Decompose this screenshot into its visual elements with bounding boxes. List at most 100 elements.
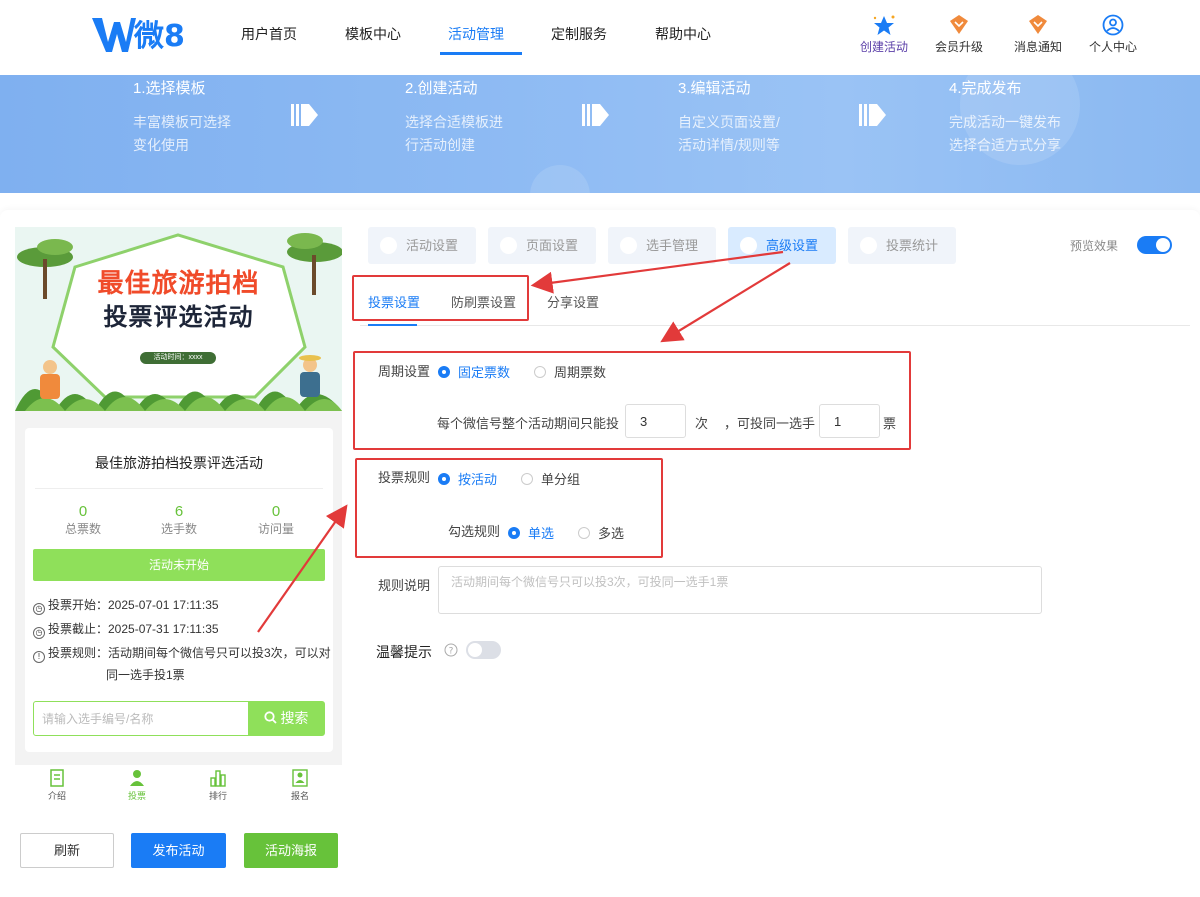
tabbar-signup[interactable]: 报名 [270,769,330,802]
wei8-logo[interactable]: 微8 [90,12,190,56]
ranking-icon [210,770,226,787]
player-search-input[interactable] [34,702,249,735]
annotation-box-subtabs [352,275,529,321]
personal-center-button[interactable]: 个人中心 [1073,14,1153,55]
stat-label: 访问量 [257,522,294,536]
heart-icon [380,237,397,254]
user-circle-icon [1102,14,1124,36]
page-icon [500,237,517,254]
step-desc: 丰富模板可选择 变化使用 [133,114,231,153]
search-button[interactable]: 搜索 [248,702,324,735]
stat-value: 6 [174,503,184,520]
tab-label: 页面设置 [526,238,579,253]
message-notice-button[interactable]: 消息通知 [998,14,1078,55]
rule-description-label: 规则说明 [378,578,431,593]
step-title: 3.编辑活动 [678,80,751,97]
vote-start-line: ◷ 投票开始：2025-07-01 17:11:35 [33,594,219,616]
person-icon [620,237,637,254]
nav-custom-service[interactable]: 定制服务 [551,24,607,44]
stat-label: 选手数 [160,522,197,536]
info-icon: ! [33,651,45,663]
stat-total-votes: 0 总票数 [33,503,133,537]
search-icon [263,711,277,724]
nav-active-indicator [440,52,522,55]
vip-badge-icon [950,15,968,34]
subtab-active-indicator [368,324,417,326]
vote-end-text: 投票截止：2025-07-31 17:11:35 [48,622,219,636]
message-notice-label: 消息通知 [1013,40,1062,54]
vote-rule-text: 投票规则：活动期间每个微信号只可以投3次，可以对 [48,646,331,660]
step-arrow-icon [291,104,318,126]
vote-rule-text-cont: 同一选手投1票 [106,668,185,682]
refresh-button[interactable]: 刷新 [20,833,114,868]
sliders-icon [740,237,757,254]
stat-visits: 0 访问量 [226,503,326,537]
preview-effect-label: 预览效果 [1070,239,1119,253]
step-title: 4.完成发布 [949,80,1022,97]
svg-text:?: ? [449,647,454,657]
search-button-label: 搜索 [280,710,309,726]
activity-poster: 最佳旅游拍档 投票评选活动 活动时间：xxxx [15,227,342,411]
signup-icon [292,769,308,787]
top-header: 微8 用户首页 模板中心 活动管理 定制服务 帮助中心 创建活动 会员升级 消息… [0,0,1200,75]
tabbar-vote[interactable]: 投票 [107,769,167,802]
stat-value: 0 [78,503,88,520]
personal-center-label: 个人中心 [1088,40,1137,54]
step-title: 2.创建活动 [405,80,478,97]
tabbar-label: 报名 [290,791,309,801]
nav-activity-management[interactable]: 活动管理 [448,24,504,44]
create-activity-label: 创建活动 [859,40,908,54]
clock-icon: ◷ [33,603,45,615]
step-arrow-icon [859,104,886,126]
tab-activity-settings[interactable]: 活动设置 [368,227,476,264]
step-desc: 选择合适模板进 行活动创建 [405,114,503,153]
logo-text: 微8 [133,19,185,54]
tab-vote-statistics[interactable]: 投票统计 [848,227,956,264]
poster-title-line2: 投票评选活动 [103,304,254,331]
tabbar-label: 排行 [208,791,227,801]
vote-rule-line: ! 投票规则：活动期间每个微信号只可以投3次，可以对 [33,642,331,664]
nav-template-center[interactable]: 模板中心 [345,24,401,44]
subtab-divider [360,325,1190,326]
tabbar-intro[interactable]: 介绍 [27,769,87,802]
nav-user-home[interactable]: 用户首页 [241,24,297,44]
subtab-share-settings[interactable]: 分享设置 [547,292,599,311]
member-upgrade-label: 会员升级 [934,40,983,54]
tab-label: 活动设置 [406,238,459,253]
clock-icon: ◷ [33,627,45,639]
tab-player-management[interactable]: 选手管理 [608,227,716,264]
user-icon [130,770,144,786]
warm-tip-label: 温馨提示 [376,644,432,660]
activity-poster-button[interactable]: 活动海报 [244,833,338,868]
vote-start-text: 投票开始：2025-07-01 17:11:35 [48,598,219,612]
message-badge-icon [1029,15,1047,34]
mobile-tabbar: 介绍 投票 排行 报名 [15,765,342,807]
help-icon[interactable]: ? [444,643,458,657]
document-icon [50,769,64,787]
publish-activity-button[interactable]: 发布活动 [131,833,226,868]
tab-page-settings[interactable]: 页面设置 [488,227,596,264]
tabbar-ranking[interactable]: 排行 [188,769,248,802]
stats-icon [860,237,877,254]
mobile-preview: 最佳旅游拍档 投票评选活动 活动时间：xxxx 最佳旅游拍档投票评选活动 0 总… [15,227,342,807]
activity-status-bar: 活动未开始 [33,549,325,581]
star-icon [873,15,895,35]
member-upgrade-button[interactable]: 会员升级 [919,14,999,55]
tabbar-label: 投票 [127,791,146,801]
step-arrow-icon [582,104,609,126]
banner-decoration [530,165,590,193]
create-activity-button[interactable]: 创建活动 [844,14,924,55]
activity-info-card: 最佳旅游拍档投票评选活动 0 总票数 6 选手数 0 访问量 活动未开始 ◷ 投票… [25,428,333,752]
vote-end-line: ◷ 投票截止：2025-07-31 17:11:35 [33,618,219,640]
step-desc: 完成活动一键发布 选择合适方式分享 [949,114,1061,153]
tab-advanced-settings[interactable]: 高级设置 [728,227,836,264]
preview-effect-toggle[interactable] [1137,236,1172,254]
warm-tip-toggle[interactable] [466,641,501,659]
step-title: 1.选择模板 [133,80,206,97]
rule-description-textarea[interactable] [438,566,1042,614]
annotation-box-cycle [353,351,911,450]
divider [35,488,323,489]
tabbar-label: 介绍 [47,791,66,801]
nav-help-center[interactable]: 帮助中心 [655,24,711,44]
tab-label: 高级设置 [766,238,819,253]
